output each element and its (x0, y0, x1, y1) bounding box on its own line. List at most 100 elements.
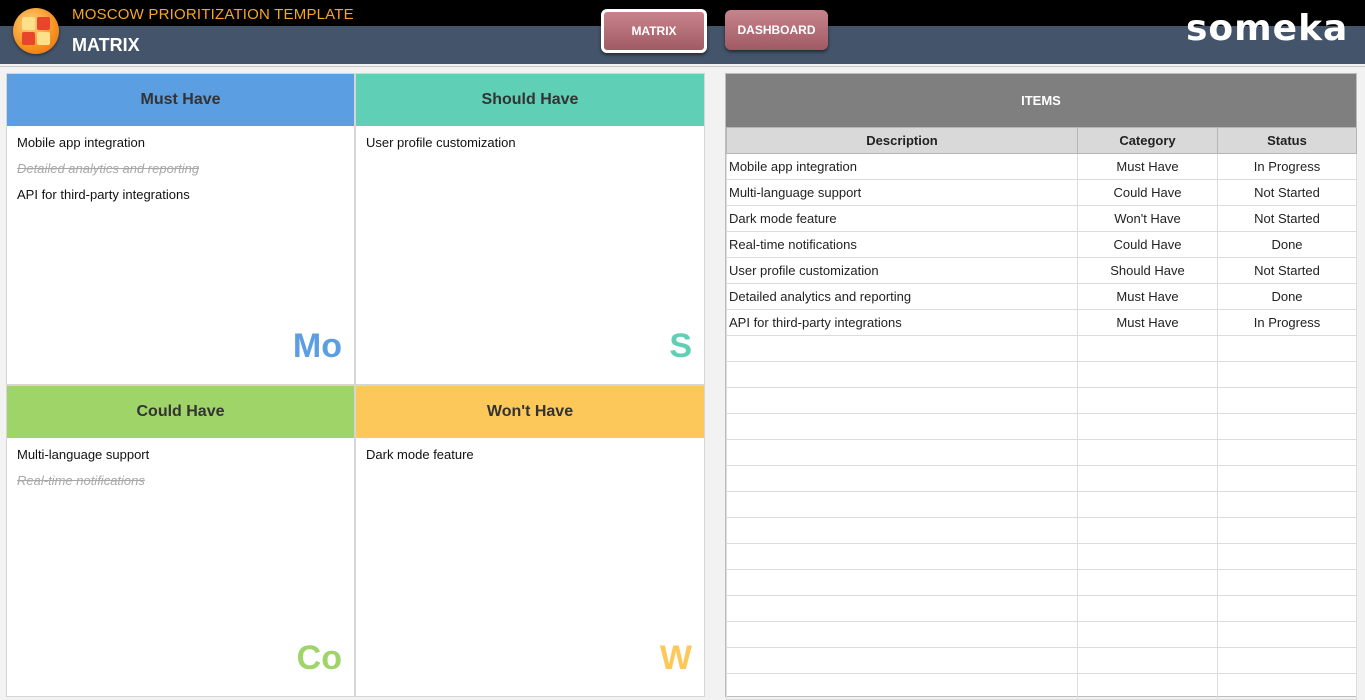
empty-cell[interactable] (1217, 673, 1357, 700)
empty-table-row[interactable] (726, 361, 1357, 388)
empty-cell[interactable] (726, 335, 1078, 362)
description-cell[interactable]: API for third-party integrations (726, 309, 1078, 336)
matrix-item[interactable]: Real-time notifications (17, 468, 344, 494)
empty-cell[interactable] (726, 621, 1078, 648)
matrix-item[interactable]: API for third-party integrations (17, 182, 344, 208)
category-cell[interactable]: Must Have (1077, 153, 1218, 180)
empty-table-row[interactable] (726, 387, 1357, 414)
empty-table-row[interactable] (726, 491, 1357, 518)
description-cell[interactable]: Real-time notifications (726, 231, 1078, 258)
empty-cell[interactable] (1217, 621, 1357, 648)
must-have-letter: Mo (292, 327, 342, 365)
empty-cell[interactable] (1077, 491, 1218, 518)
matrix-item[interactable]: User profile customization (366, 130, 694, 156)
empty-table-row[interactable] (726, 335, 1357, 362)
empty-cell[interactable] (726, 491, 1078, 518)
status-cell[interactable]: Not Started (1217, 179, 1357, 206)
empty-cell[interactable] (1077, 413, 1218, 440)
category-cell[interactable]: Could Have (1077, 231, 1218, 258)
empty-cell[interactable] (1217, 647, 1357, 674)
empty-cell[interactable] (726, 569, 1078, 596)
status-cell[interactable]: In Progress (1217, 309, 1357, 336)
wont-have-letter: W (659, 639, 692, 677)
empty-cell[interactable] (1077, 647, 1218, 674)
empty-cell[interactable] (726, 543, 1078, 570)
empty-cell[interactable] (1077, 569, 1218, 596)
table-row[interactable]: Multi-language support Could Have Not Star… (726, 179, 1357, 206)
status-cell[interactable]: Not Started (1217, 257, 1357, 284)
empty-cell[interactable] (1077, 361, 1218, 388)
description-cell[interactable]: Multi-language support (726, 179, 1078, 206)
category-cell[interactable]: Could Have (1077, 179, 1218, 206)
matrix-item[interactable]: Detailed analytics and reporting (17, 156, 344, 182)
could-have-letter: Co (296, 639, 342, 677)
matrix-button[interactable]: MATRIX (601, 9, 707, 53)
empty-cell[interactable] (726, 595, 1078, 622)
empty-cell[interactable] (1077, 517, 1218, 544)
empty-table-row[interactable] (726, 647, 1357, 674)
empty-cell[interactable] (1077, 465, 1218, 492)
matrix-item[interactable]: Dark mode feature (366, 442, 694, 468)
dashboard-button[interactable]: DASHBOARD (725, 10, 828, 50)
empty-cell[interactable] (726, 517, 1078, 544)
description-cell[interactable]: Dark mode feature (726, 205, 1078, 232)
could-have-quadrant: Could Have Multi-language support Real-ti… (6, 385, 355, 697)
empty-table-row[interactable] (726, 595, 1357, 622)
status-cell[interactable]: Not Started (1217, 205, 1357, 232)
empty-cell[interactable] (1217, 517, 1357, 544)
empty-cell[interactable] (726, 361, 1078, 388)
empty-cell[interactable] (1077, 439, 1218, 466)
empty-cell[interactable] (726, 465, 1078, 492)
table-row[interactable]: Mobile app integration Must Have In Progre… (726, 153, 1357, 180)
empty-table-row[interactable] (726, 465, 1357, 492)
description-cell[interactable]: User profile customization (726, 257, 1078, 284)
empty-cell[interactable] (726, 439, 1078, 466)
status-cell[interactable]: In Progress (1217, 153, 1357, 180)
empty-cell[interactable] (1217, 569, 1357, 596)
empty-cell[interactable] (1077, 543, 1218, 570)
empty-table-row[interactable] (726, 413, 1357, 440)
empty-cell[interactable] (1217, 413, 1357, 440)
empty-cell[interactable] (1077, 673, 1218, 700)
wont-have-header: Won't Have (356, 386, 704, 438)
empty-cell[interactable] (726, 413, 1078, 440)
empty-cell[interactable] (726, 673, 1078, 700)
empty-cell[interactable] (1217, 335, 1357, 362)
empty-table-row[interactable] (726, 673, 1357, 700)
status-cell[interactable]: Done (1217, 283, 1357, 310)
matrix-item[interactable]: Mobile app integration (17, 130, 344, 156)
table-row[interactable]: Detailed analytics and reporting Must Hav… (726, 283, 1357, 310)
empty-cell[interactable] (1217, 465, 1357, 492)
empty-cell[interactable] (1217, 439, 1357, 466)
table-row[interactable]: Real-time notifications Could Have Done (726, 231, 1357, 258)
description-cell[interactable]: Detailed analytics and reporting (726, 283, 1078, 310)
description-cell[interactable]: Mobile app integration (726, 153, 1078, 180)
brand-logo: someka (1186, 8, 1349, 49)
empty-cell[interactable] (1217, 595, 1357, 622)
matrix-item[interactable]: Multi-language support (17, 442, 344, 468)
category-cell[interactable]: Must Have (1077, 283, 1218, 310)
empty-table-row[interactable] (726, 543, 1357, 570)
page-title: MATRIX (72, 35, 140, 55)
category-cell[interactable]: Should Have (1077, 257, 1218, 284)
status-cell[interactable]: Done (1217, 231, 1357, 258)
empty-cell[interactable] (726, 647, 1078, 674)
table-row[interactable]: API for third-party integrations Must Hav… (726, 309, 1357, 336)
empty-cell[interactable] (1217, 361, 1357, 388)
empty-cell[interactable] (1217, 491, 1357, 518)
empty-table-row[interactable] (726, 517, 1357, 544)
table-row[interactable]: User profile customization Should Have Not… (726, 257, 1357, 284)
empty-table-row[interactable] (726, 621, 1357, 648)
empty-cell[interactable] (1077, 387, 1218, 414)
empty-cell[interactable] (1077, 595, 1218, 622)
empty-cell[interactable] (1217, 543, 1357, 570)
table-row[interactable]: Dark mode feature Won't Have Not Started (726, 205, 1357, 232)
category-cell[interactable]: Must Have (1077, 309, 1218, 336)
empty-cell[interactable] (1077, 335, 1218, 362)
empty-cell[interactable] (1217, 387, 1357, 414)
empty-table-row[interactable] (726, 439, 1357, 466)
empty-cell[interactable] (1077, 621, 1218, 648)
empty-cell[interactable] (726, 387, 1078, 414)
empty-table-row[interactable] (726, 569, 1357, 596)
category-cell[interactable]: Won't Have (1077, 205, 1218, 232)
